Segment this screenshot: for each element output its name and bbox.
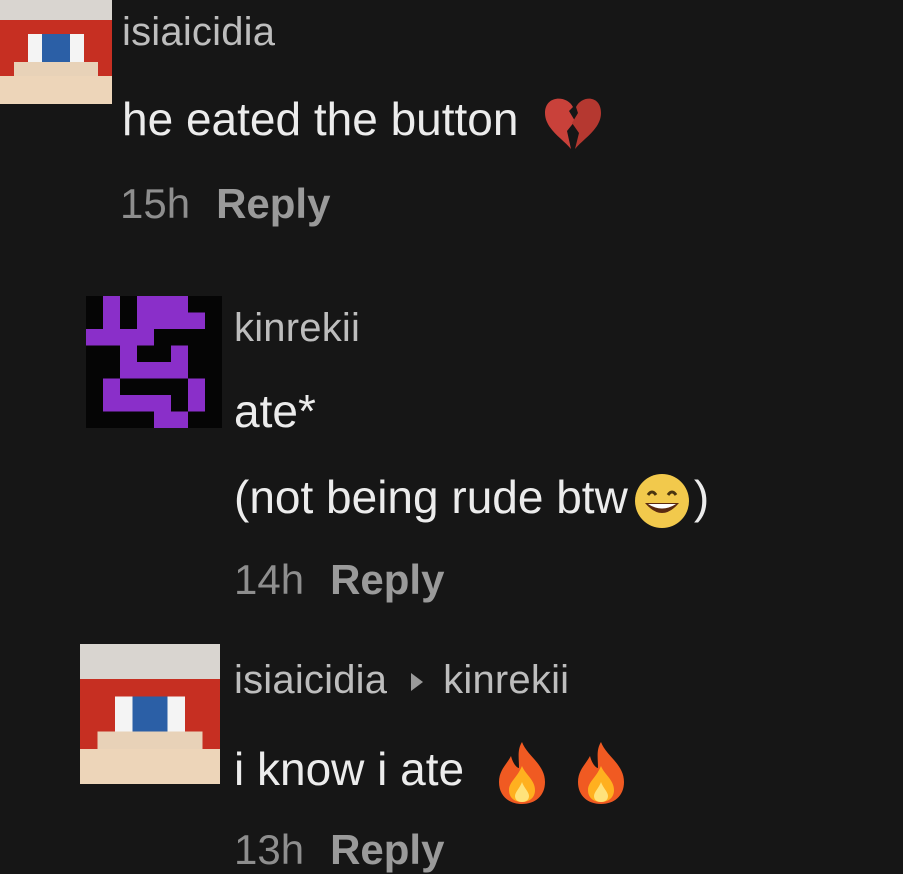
fire-icon: [498, 742, 545, 804]
reply-header: isiaicidia kinrekii: [234, 658, 569, 703]
timestamp: 14h: [234, 556, 305, 603]
username[interactable]: isiaicidia: [122, 10, 275, 55]
fire-icon: [577, 742, 624, 804]
comment-text: he eated the button: [122, 92, 605, 153]
comment-line: i know i ate: [234, 743, 465, 796]
reply-button[interactable]: Reply: [330, 826, 444, 873]
avatar[interactable]: [80, 644, 220, 784]
comment-meta: 15h Reply: [120, 180, 330, 228]
reply-button[interactable]: Reply: [330, 556, 444, 603]
avatar[interactable]: [0, 0, 112, 104]
reply-button[interactable]: Reply: [216, 180, 330, 227]
username[interactable]: isiaicidia: [234, 658, 387, 702]
timestamp: 13h: [234, 826, 305, 873]
username[interactable]: kinrekii: [234, 306, 360, 351]
comment-meta: 14h Reply: [234, 556, 444, 604]
comment-line: he eated the button: [122, 93, 519, 145]
reply-arrow-icon: [411, 673, 424, 692]
timestamp: 15h: [120, 180, 191, 227]
comment-line: ate*: [234, 385, 316, 437]
broken-heart-icon: [545, 98, 602, 149]
comment-text: i know i ate: [234, 740, 632, 806]
comment-meta: 13h Reply: [234, 826, 444, 874]
comment-line: ): [693, 471, 710, 523]
avatar[interactable]: [86, 296, 222, 428]
reply-to-username[interactable]: kinrekii: [443, 658, 569, 702]
comment-text: (not being rude btw ): [234, 470, 709, 531]
comment-line: (not being rude btw: [234, 471, 628, 523]
grinning-face-icon: [634, 473, 689, 528]
